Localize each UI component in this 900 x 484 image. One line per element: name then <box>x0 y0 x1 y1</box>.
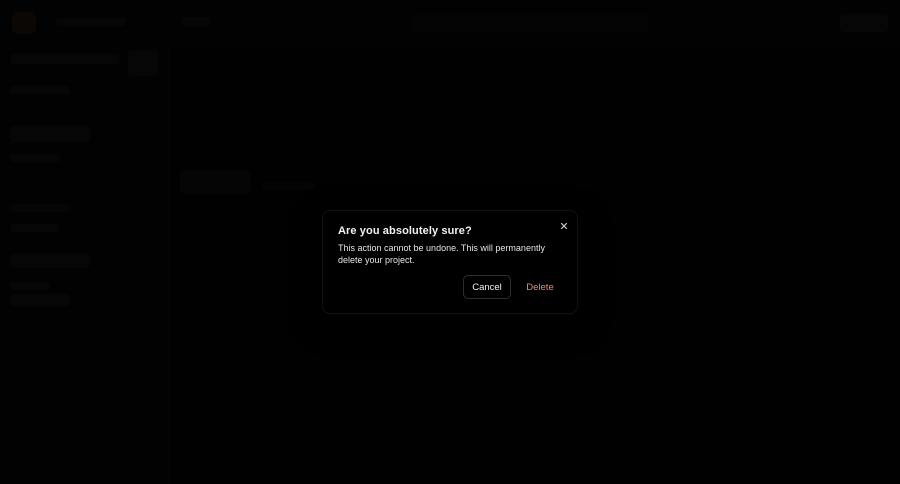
confirm-delete-dialog: Are you absolutely sure? This action can… <box>322 210 578 314</box>
app-window: Are you absolutely sure? This action can… <box>0 0 900 484</box>
close-button[interactable] <box>557 219 571 233</box>
delete-button[interactable]: Delete <box>519 275 561 299</box>
close-icon <box>557 219 571 233</box>
dialog-title: Are you absolutely sure? <box>338 225 472 237</box>
dialog-description: This action cannot be undone. This will … <box>338 243 545 265</box>
cancel-button[interactable]: Cancel <box>463 275 511 299</box>
